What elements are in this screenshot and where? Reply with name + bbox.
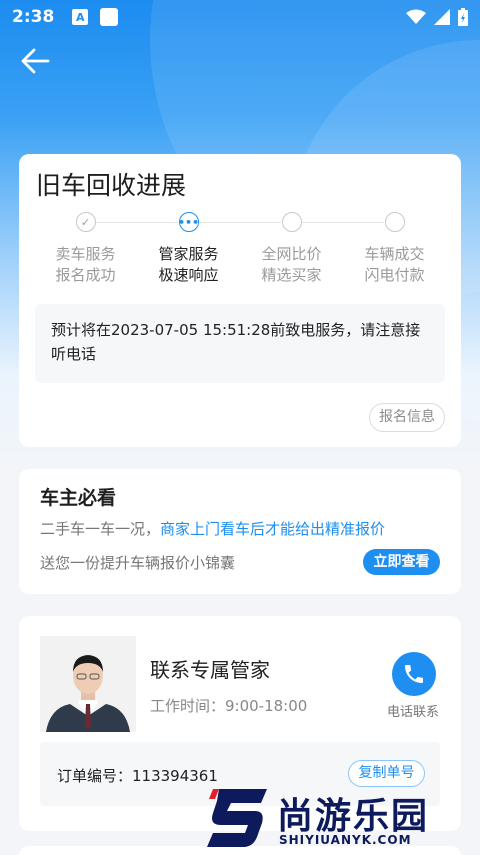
- card-title: 旧车回收进展: [36, 171, 187, 200]
- wifi-icon: [406, 9, 426, 24]
- step-item: 车辆成交 闪电付款: [343, 212, 446, 286]
- watermark-subtitle: SHIYIUANYK.COM: [279, 833, 412, 847]
- step-item: ✓ 卖车服务 报名成功: [34, 212, 137, 286]
- step-item: ••• 管家服务 极速响应: [137, 212, 240, 286]
- tips-line: 二手车一车一况，商家上门看车后才能给出精准报价: [40, 518, 385, 539]
- ellipsis-icon: •••: [178, 212, 199, 232]
- step-sublabel: 极速响应: [158, 266, 219, 284]
- signal-icon: [434, 9, 450, 25]
- view-now-button[interactable]: 立即查看: [363, 549, 440, 575]
- tips-highlight: 商家上门看车后才能给出精准报价: [160, 520, 386, 538]
- copy-order-button[interactable]: 复制单号: [348, 760, 425, 787]
- status-time: 2:38: [12, 7, 55, 27]
- notification-a-icon: A: [72, 9, 89, 25]
- watermark-title: 尚游乐园: [277, 796, 430, 837]
- step-sublabel: 精选买家: [261, 266, 322, 284]
- step-sublabel: 闪电付款: [364, 266, 425, 284]
- butler-avatar: [40, 636, 136, 732]
- tips-title: 车主必看: [40, 487, 117, 509]
- progress-steps: ✓ 卖车服务 报名成功 ••• 管家服务 极速响应 全网比价 精选买家 车辆成交…: [34, 212, 446, 290]
- service-notice: 预计将在2023-07-05 15:51:28前致电服务，请注意接听电话: [35, 304, 445, 383]
- check-icon: ✓: [75, 212, 96, 232]
- empty-circle-icon: [384, 212, 405, 232]
- tips-line: 送您一份提升车辆报价小锦囊: [40, 554, 236, 572]
- empty-circle-icon: [281, 212, 302, 232]
- working-hours: 工作时间：9:00-18:00: [150, 697, 308, 715]
- phone-icon[interactable]: [392, 652, 436, 696]
- watermark-logo: [207, 789, 267, 847]
- watermark: 尚游乐园 SHIYIUANYK.COM: [205, 785, 480, 855]
- step-item: 全网比价 精选买家: [240, 212, 343, 286]
- butler-name: 联系专属管家: [150, 658, 270, 682]
- notification-app-icon: [100, 8, 119, 26]
- step-label: 管家服务: [158, 245, 219, 263]
- step-sublabel: 报名成功: [55, 266, 116, 284]
- step-label: 卖车服务: [55, 245, 116, 263]
- registration-info-button[interactable]: 报名信息: [369, 403, 445, 432]
- order-number: 订单编号：113394361: [57, 767, 218, 785]
- owner-tips-card: 车主必看 二手车一车一况，商家上门看车后才能给出精准报价 送您一份提升车辆报价小…: [19, 469, 461, 594]
- step-label: 车辆成交: [364, 245, 425, 263]
- back-arrow-icon[interactable]: [20, 46, 52, 76]
- tips-text: 二手车一车一况，: [40, 520, 161, 538]
- step-label: 全网比价: [261, 245, 322, 263]
- status-bar: 2:38 A: [0, 0, 480, 34]
- recycle-progress-card: 旧车回收进展 ✓ 卖车服务 报名成功 ••• 管家服务 极速响应 全网比价 精选…: [19, 154, 461, 447]
- call-label[interactable]: 电话联系: [387, 701, 439, 720]
- battery-icon: [458, 8, 468, 26]
